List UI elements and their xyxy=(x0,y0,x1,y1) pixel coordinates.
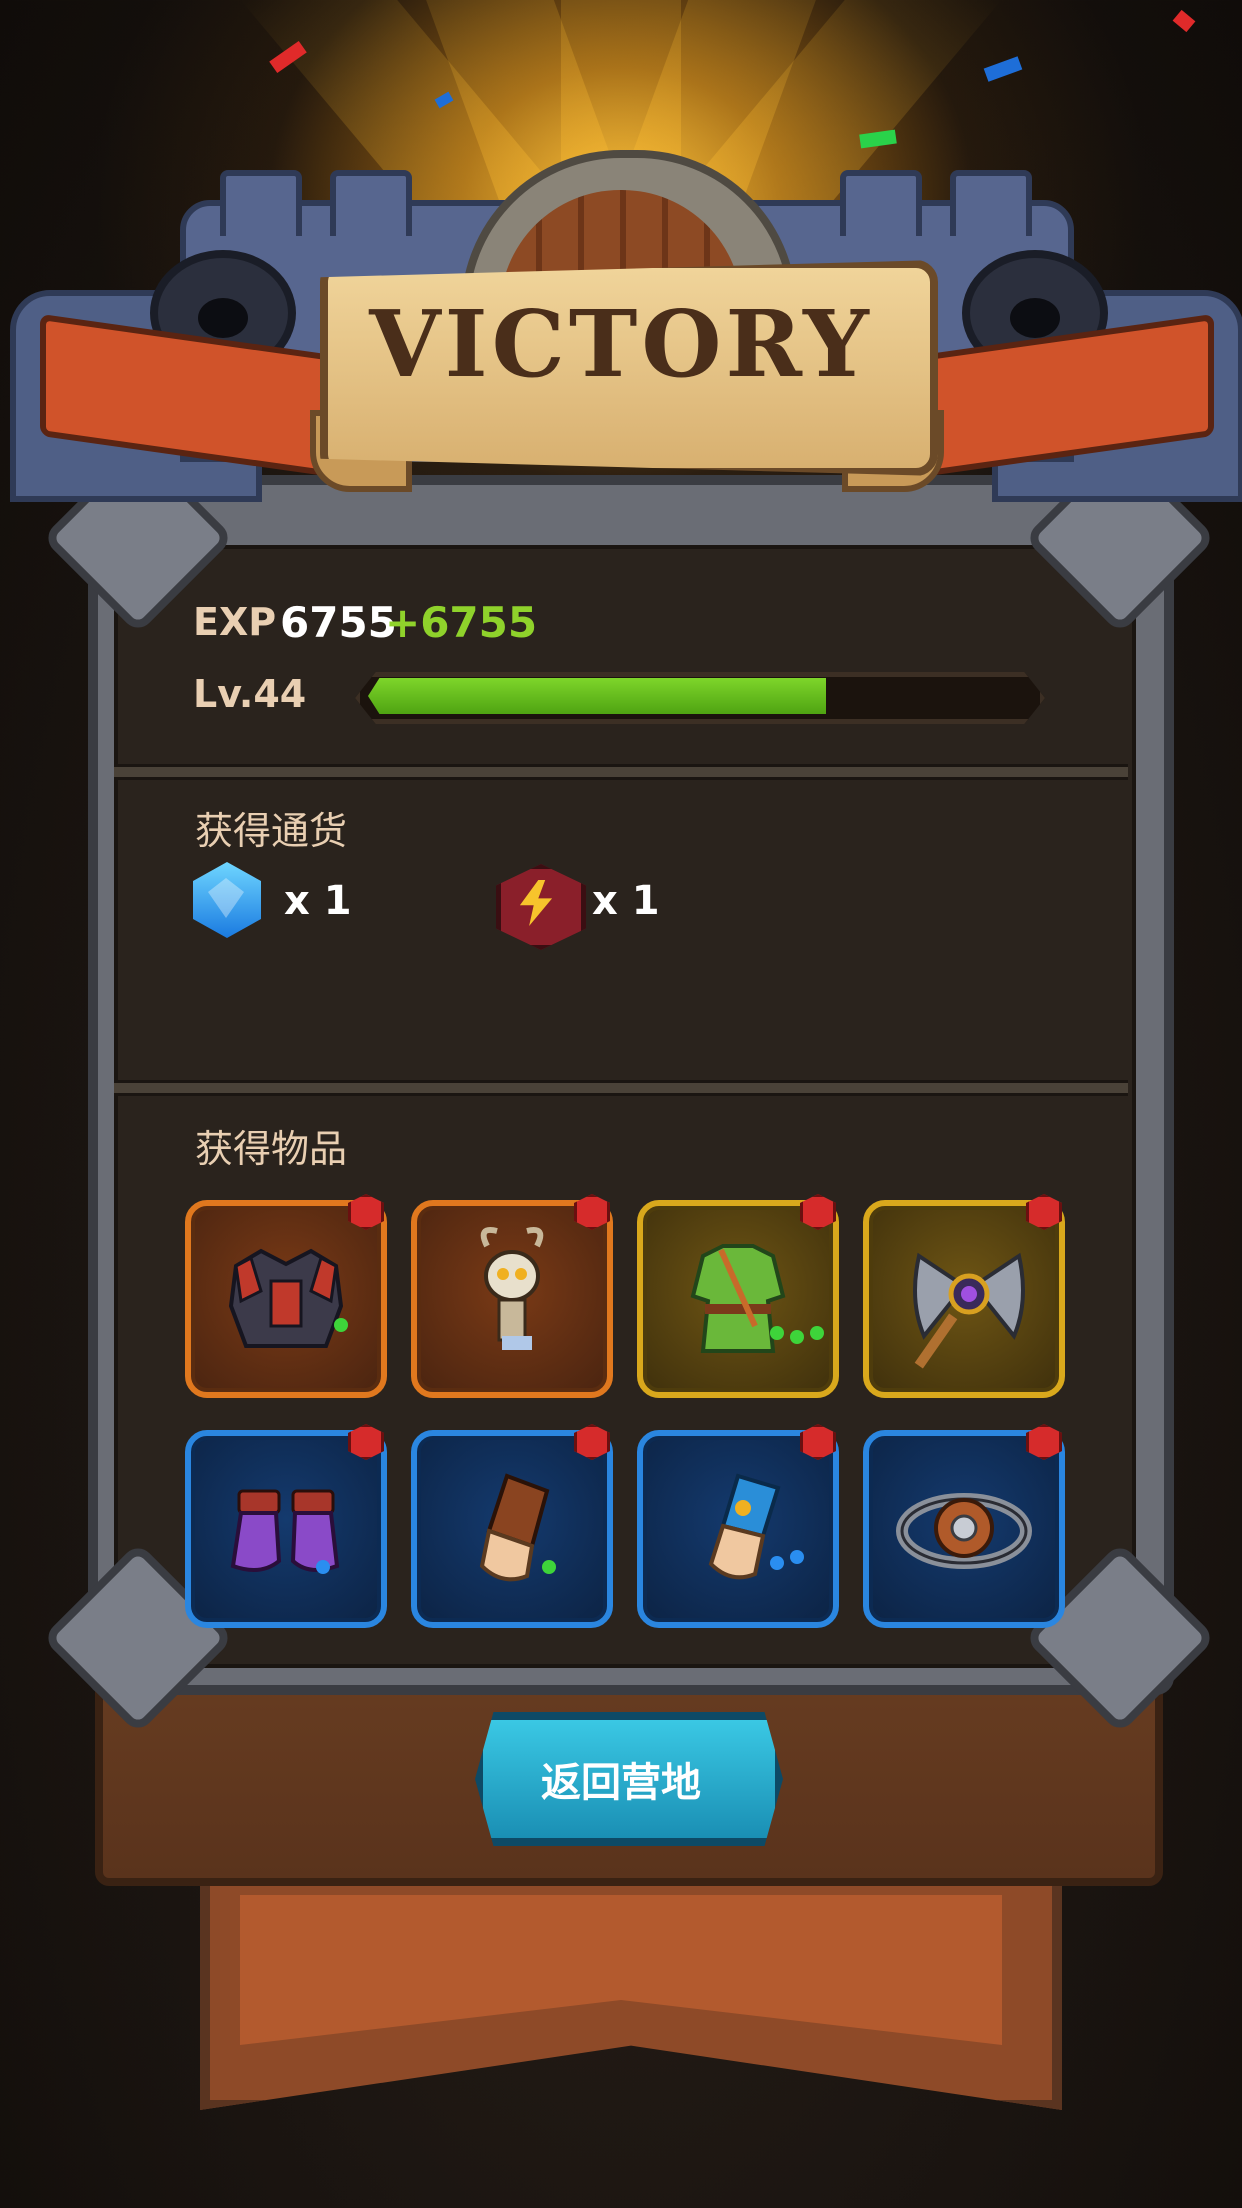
rarity-dot xyxy=(316,1560,330,1574)
cannon-barrel xyxy=(198,298,248,338)
item-slot-bracer[interactable] xyxy=(411,1430,613,1628)
item-slot-skeleton[interactable] xyxy=(411,1200,613,1398)
castle-merlon xyxy=(330,170,412,236)
item-slot-glove[interactable] xyxy=(637,1430,839,1628)
return-to-camp-label[interactable]: 返回营地 xyxy=(475,1750,767,1808)
castle-merlon xyxy=(840,170,922,236)
blue-glove-icon xyxy=(708,1473,781,1580)
exp-gain: +6755 xyxy=(385,598,538,647)
rarity-dot xyxy=(810,1326,824,1340)
rarity-dot xyxy=(790,1550,804,1564)
rarity-dot xyxy=(770,1326,784,1340)
rarity-dot xyxy=(770,1556,784,1570)
rarity-dot xyxy=(542,1560,556,1574)
gem-quantity: x 1 xyxy=(284,878,352,924)
item-slot-ring[interactable] xyxy=(863,1430,1065,1628)
leather-bracer-icon xyxy=(479,1473,550,1582)
battle-axe-icon xyxy=(913,1252,1025,1369)
items-section-title: 获得物品 xyxy=(195,1127,348,1171)
victory-title: VICTORY xyxy=(369,290,873,398)
armor-chestplate-icon xyxy=(228,1248,344,1348)
item-slot-tunic[interactable] xyxy=(637,1200,839,1398)
item-slot-boots[interactable] xyxy=(185,1430,387,1628)
section-divider xyxy=(114,1080,1128,1096)
energy-quantity: x 1 xyxy=(592,878,660,924)
castle-merlon xyxy=(950,170,1032,236)
level-label: Lv.44 xyxy=(193,672,307,716)
castle-merlon xyxy=(220,170,302,236)
metal-ring-icon xyxy=(896,1493,1032,1569)
rarity-dot xyxy=(334,1318,348,1332)
purple-boots-icon xyxy=(230,1489,340,1572)
skeleton-pet-icon xyxy=(480,1227,544,1350)
section-divider xyxy=(114,764,1128,780)
item-slot-armor[interactable] xyxy=(185,1200,387,1398)
green-tunic-icon xyxy=(690,1244,786,1353)
exp-label: EXP xyxy=(193,600,277,644)
exp-progress-fill xyxy=(368,678,826,714)
cannon-barrel xyxy=(1010,298,1060,338)
item-slot-axe[interactable] xyxy=(863,1200,1065,1398)
exp-value: 6755 xyxy=(280,598,397,647)
rarity-dot xyxy=(790,1330,804,1344)
currency-section-title: 获得通货 xyxy=(195,809,348,853)
